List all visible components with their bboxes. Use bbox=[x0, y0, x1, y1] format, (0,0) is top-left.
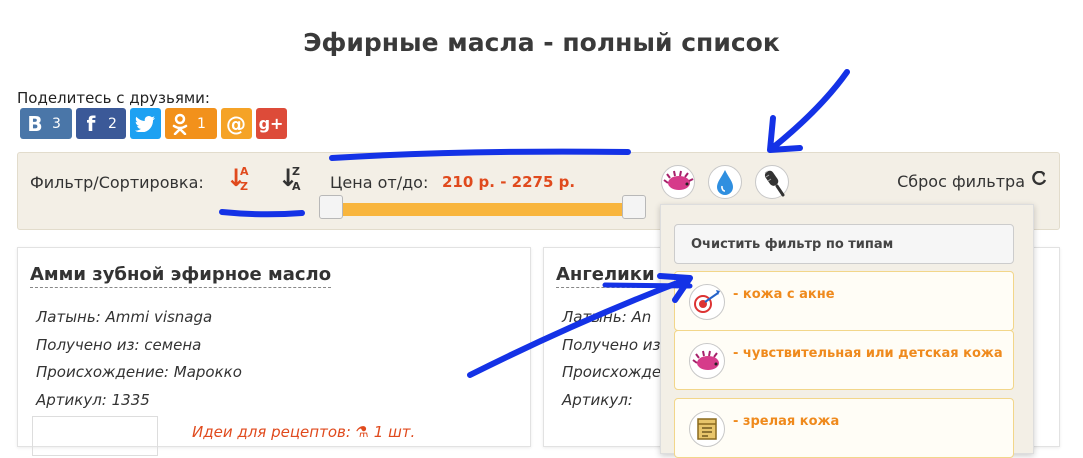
calendar-icon bbox=[689, 411, 725, 447]
annotation-arrow-brush bbox=[767, 69, 850, 153]
sort-az-button[interactable]: ↓ A Z bbox=[226, 163, 252, 197]
dropdown-item-sensitive-skin[interactable]: - чувствительная или детская кожа bbox=[674, 330, 1014, 390]
filter-label: Фильтр/Сортировка: bbox=[30, 173, 204, 192]
skin-type-dropdown: Очистить фильтр по типам - кожа с акне -… bbox=[660, 204, 1034, 458]
dropdown-item-label: - зрелая кожа bbox=[733, 414, 840, 429]
vk-share-count: 3 bbox=[52, 115, 61, 132]
share-facebook-button[interactable]: f 2 bbox=[76, 108, 126, 139]
clear-type-filter-button[interactable]: Очистить фильтр по типам bbox=[674, 224, 1014, 264]
dropdown-item-label: - кожа с акне bbox=[733, 287, 835, 302]
dropdown-item-mature-skin[interactable]: - зрелая кожа bbox=[674, 398, 1014, 458]
share-twitter-button[interactable] bbox=[130, 108, 161, 139]
recipe-ideas-link[interactable]: Идеи для рецептов: ⚗ 1 шт. bbox=[192, 423, 415, 441]
product-source: Получено из: bbox=[562, 336, 666, 354]
share-vk-button[interactable]: В 3 bbox=[20, 108, 72, 139]
sort-az-letter-top: A bbox=[240, 165, 249, 178]
sensitive-skin-icon bbox=[689, 343, 725, 379]
facebook-icon: f bbox=[86, 111, 96, 136]
product-title[interactable]: Ангелики bbox=[556, 264, 655, 288]
odnoklassniki-share-count: 1 bbox=[197, 115, 206, 132]
reset-filter-button[interactable]: Сброс фильтра bbox=[897, 170, 1047, 191]
product-article: Артикул: 1335 bbox=[36, 391, 150, 409]
vk-icon: В bbox=[27, 111, 43, 136]
share-odnoklassniki-button[interactable]: 1 bbox=[165, 108, 217, 139]
product-latin: Латынь: Ammi visnaga bbox=[36, 308, 213, 326]
dropdown-item-label: - чувствительная или детская кожа bbox=[733, 346, 1003, 361]
page-title: Эфирные масла - полный список bbox=[303, 28, 780, 57]
at-icon: @ bbox=[226, 111, 246, 136]
product-source: Получено из: семена bbox=[36, 336, 202, 354]
price-range-value: 210 р. - 2275 р. bbox=[442, 173, 576, 191]
odnoklassniki-icon bbox=[165, 108, 195, 139]
sort-za-letter-bottom: A bbox=[292, 180, 301, 193]
price-slider-min-handle[interactable] bbox=[319, 195, 343, 219]
hairbrush-icon[interactable] bbox=[755, 165, 789, 199]
share-googleplus-button[interactable]: g+ bbox=[256, 108, 287, 139]
target-icon bbox=[689, 284, 725, 320]
sort-za-letter-top: Z bbox=[292, 165, 300, 178]
twitter-icon bbox=[130, 108, 160, 139]
share-mailru-button[interactable]: @ bbox=[221, 108, 252, 139]
facebook-share-count: 2 bbox=[108, 115, 117, 132]
product-latin: Латынь: An bbox=[562, 308, 652, 326]
product-origin: Происхождение: Марокко bbox=[36, 363, 242, 381]
googleplus-icon: g+ bbox=[258, 114, 284, 133]
price-label: Цена от/до: bbox=[330, 173, 429, 192]
share-buttons: В 3 f 2 1 @ g+ bbox=[20, 108, 287, 139]
product-card[interactable]: Амми зубной эфирное масло Латынь: Ammi v… bbox=[17, 247, 531, 456]
sort-za-button[interactable]: ↓ Z A bbox=[278, 163, 304, 197]
price-slider-max-handle[interactable] bbox=[622, 195, 646, 219]
product-title[interactable]: Амми зубной эфирное масло bbox=[30, 264, 332, 288]
product-image[interactable] bbox=[32, 416, 158, 456]
share-label: Поделитесь с друзьями: bbox=[17, 89, 210, 107]
reset-filter-label: Сброс фильтра bbox=[897, 171, 1025, 191]
sensitive-skin-type-icon[interactable] bbox=[661, 165, 695, 199]
dropdown-item-acne-skin[interactable]: - кожа с акне bbox=[674, 271, 1014, 331]
sort-az-letter-bottom: Z bbox=[240, 180, 248, 193]
refresh-icon bbox=[1031, 170, 1047, 191]
water-drop-icon[interactable] bbox=[708, 165, 742, 199]
price-slider-track[interactable] bbox=[331, 203, 633, 216]
product-article: Артикул: bbox=[562, 391, 633, 409]
